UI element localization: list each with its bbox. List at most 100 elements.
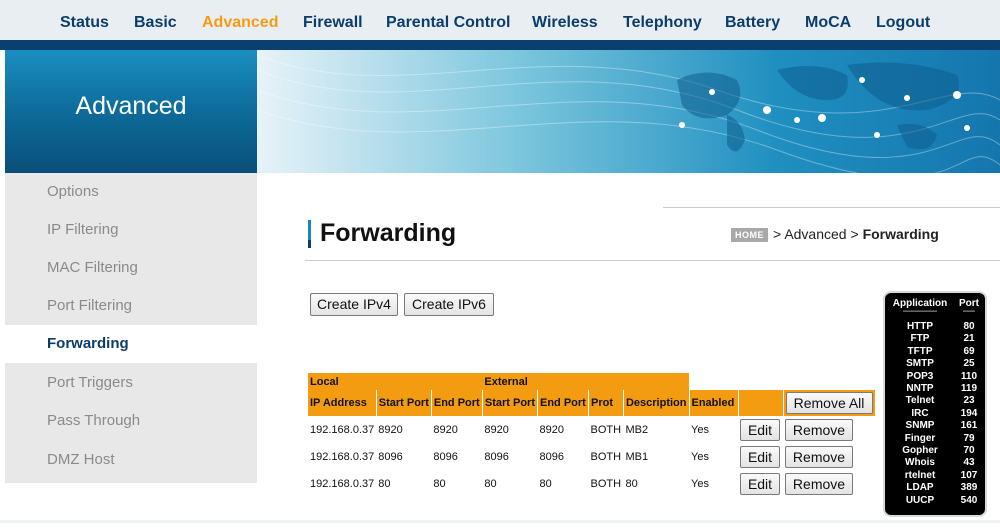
sidebar-item-dmz-host[interactable]: DMZ Host (5, 441, 257, 479)
port-application: Finger (904, 432, 936, 444)
world-map-graphic (257, 54, 1000, 173)
title-accent-bar-dark (308, 240, 311, 248)
cell-protocol: BOTH (590, 423, 622, 436)
cell-external-start-port: 80 (484, 477, 497, 490)
port-number: 23 (963, 395, 975, 407)
column-header-external-end-port: End Port (537, 390, 589, 416)
ports-header-divider: ------ (963, 309, 975, 315)
column-header-external-start-port: Start Port (482, 390, 538, 416)
home-icon[interactable]: HOME (731, 228, 768, 242)
sidebar-item-port-triggers[interactable]: Port Triggers (5, 364, 257, 402)
remove-button[interactable]: Remove (785, 472, 853, 495)
port-number: 540 (960, 494, 978, 506)
port-application: SNMP (905, 420, 935, 432)
cell-external-end-port: 8920 (539, 423, 564, 436)
port-number: 161 (960, 420, 978, 432)
nav-moca[interactable]: MoCA (805, 14, 851, 32)
page-title: Forwarding (320, 219, 457, 247)
sidebar-item-pass-through[interactable]: Pass Through (5, 402, 257, 440)
cell-external-end-port: 8096 (539, 450, 564, 463)
cell-enabled: Yes (691, 450, 709, 463)
cell-local-start-port: 8920 (378, 423, 403, 436)
cell-external-start-port: 8920 (484, 423, 509, 436)
port-number: 21 (963, 333, 975, 345)
cell-local-end-port: 8920 (433, 423, 458, 436)
common-ports-reference: Application Port ----------------- -----… (883, 291, 987, 517)
banner-title-panel: Advanced (5, 50, 257, 173)
port-number: 25 (963, 358, 975, 370)
table-row: 192.168.0.37 8096 8096 8096 8096 BOTH MB… (308, 443, 875, 470)
cell-ip-address: 192.168.0.37 (310, 450, 375, 463)
divider-top (663, 207, 1000, 208)
cell-local-start-port: 80 (378, 477, 391, 490)
create-ipv6-button[interactable]: Create IPv6 (404, 293, 494, 316)
port-number: 70 (963, 445, 975, 456)
port-application: NNTP (906, 383, 934, 394)
cell-enabled: Yes (691, 423, 709, 436)
port-application: LDAP (906, 482, 934, 494)
sidebar-item-mac-filtering[interactable]: MAC Filtering (5, 249, 257, 287)
nav-basic[interactable]: Basic (134, 14, 177, 32)
sidebar-item-forwarding[interactable]: Forwarding (5, 325, 257, 363)
banner-world-map-image (257, 50, 1000, 173)
cell-local-end-port: 80 (433, 477, 446, 490)
breadcrumb: HOME > Advanced > Forwarding (731, 226, 939, 242)
group-header-local: Local (308, 373, 483, 390)
sidebar-item-port-filtering[interactable]: Port Filtering (5, 287, 257, 325)
cell-description: MB1 (625, 450, 649, 463)
banner-title: Advanced (75, 92, 187, 120)
port-application: HTTP (906, 321, 934, 332)
ports-header-port: Port (959, 298, 979, 309)
cell-protocol: BOTH (590, 450, 622, 463)
remove-button[interactable]: Remove (785, 445, 853, 468)
nav-advanced[interactable]: Advanced (202, 14, 278, 32)
nav-logout[interactable]: Logout (876, 14, 930, 32)
forwarding-table: Local External IP Address Start Port End… (308, 373, 875, 497)
cell-local-start-port: 8096 (378, 450, 403, 463)
nav-battery[interactable]: Battery (725, 14, 780, 32)
column-header-local-start-port: Start Port (376, 390, 432, 416)
table-row: 192.168.0.37 8920 8920 8920 8920 BOTH MB… (308, 416, 875, 443)
sidebar-item-options[interactable]: Options (5, 173, 257, 211)
column-header-ip-address: IP Address (308, 390, 377, 416)
group-header-external: External (482, 373, 689, 390)
breadcrumb-separator: > (850, 226, 859, 242)
sidebar-item-ip-filtering[interactable]: IP Filtering (5, 211, 257, 249)
port-application: rtelnet (904, 469, 936, 481)
column-header-enabled: Enabled (689, 390, 739, 416)
remove-button[interactable]: Remove (785, 418, 853, 441)
nav-wireless[interactable]: Wireless (532, 14, 598, 32)
cell-ip-address: 192.168.0.37 (310, 423, 375, 436)
edit-button[interactable]: Edit (740, 445, 780, 468)
port-application: TFTP (907, 345, 933, 357)
nav-parental-control[interactable]: Parental Control (386, 14, 510, 32)
nav-telephony[interactable]: Telephony (623, 14, 702, 32)
create-ipv4-button[interactable]: Create IPv4 (310, 293, 398, 316)
nav-status[interactable]: Status (60, 14, 109, 32)
cell-enabled: Yes (691, 477, 709, 490)
port-number: 69 (963, 345, 975, 357)
remove-all-button[interactable]: Remove All (785, 392, 873, 414)
nav-firewall[interactable]: Firewall (303, 14, 363, 32)
ports-header-application: Application (892, 298, 948, 309)
port-application: Whois (905, 457, 935, 469)
cell-external-start-port: 8096 (484, 450, 509, 463)
edit-button[interactable]: Edit (740, 418, 780, 441)
cell-external-end-port: 80 (539, 477, 552, 490)
port-application: FTP (910, 333, 930, 345)
divider-main (305, 260, 1000, 261)
port-number: 119 (960, 383, 978, 394)
navbar-underline (0, 40, 1000, 50)
edit-button[interactable]: Edit (740, 472, 780, 495)
column-header-description: Description (623, 390, 690, 416)
cell-description: 80 (625, 477, 638, 490)
port-number: 107 (960, 469, 978, 481)
breadcrumb-parent[interactable]: Advanced (784, 226, 846, 242)
breadcrumb-separator: > (773, 226, 782, 242)
footer-divider (0, 520, 1000, 523)
port-number: 194 (960, 407, 978, 419)
port-number: 43 (963, 457, 975, 469)
sidebar: Options IP Filtering MAC Filtering Port … (5, 173, 257, 483)
breadcrumb-current: Forwarding (862, 226, 939, 242)
cell-local-end-port: 8096 (433, 450, 458, 463)
